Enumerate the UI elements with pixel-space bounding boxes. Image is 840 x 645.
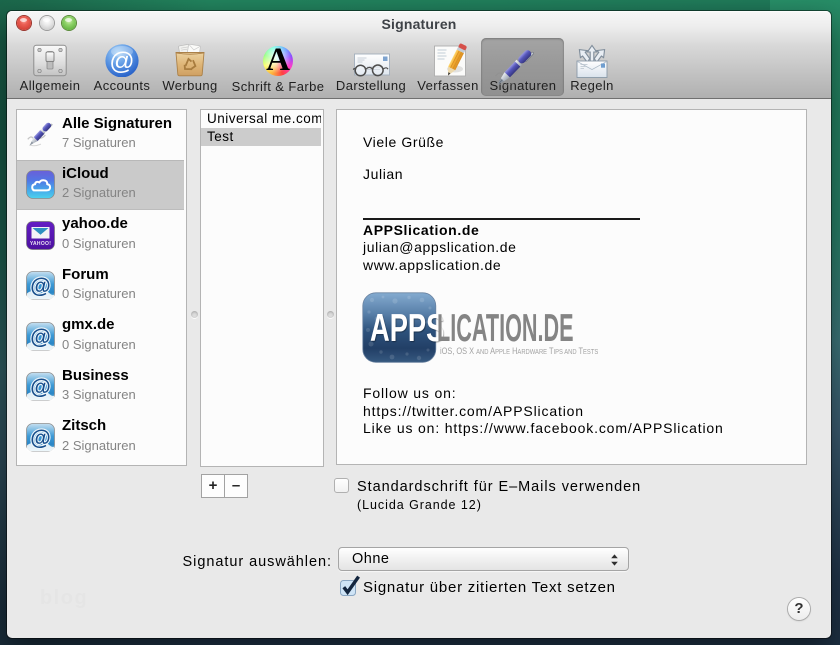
svg-text:LICATION.DE: LICATION.DE [437, 305, 574, 350]
svg-text:@: @ [109, 48, 134, 76]
svg-text:@: @ [30, 376, 50, 399]
svg-text:YAHOO!: YAHOO! [30, 241, 51, 247]
svg-text:@: @ [30, 275, 50, 298]
svg-text:@: @ [30, 326, 50, 349]
svg-text:@: @ [30, 427, 50, 450]
svg-text:APPS: APPS [370, 307, 444, 350]
